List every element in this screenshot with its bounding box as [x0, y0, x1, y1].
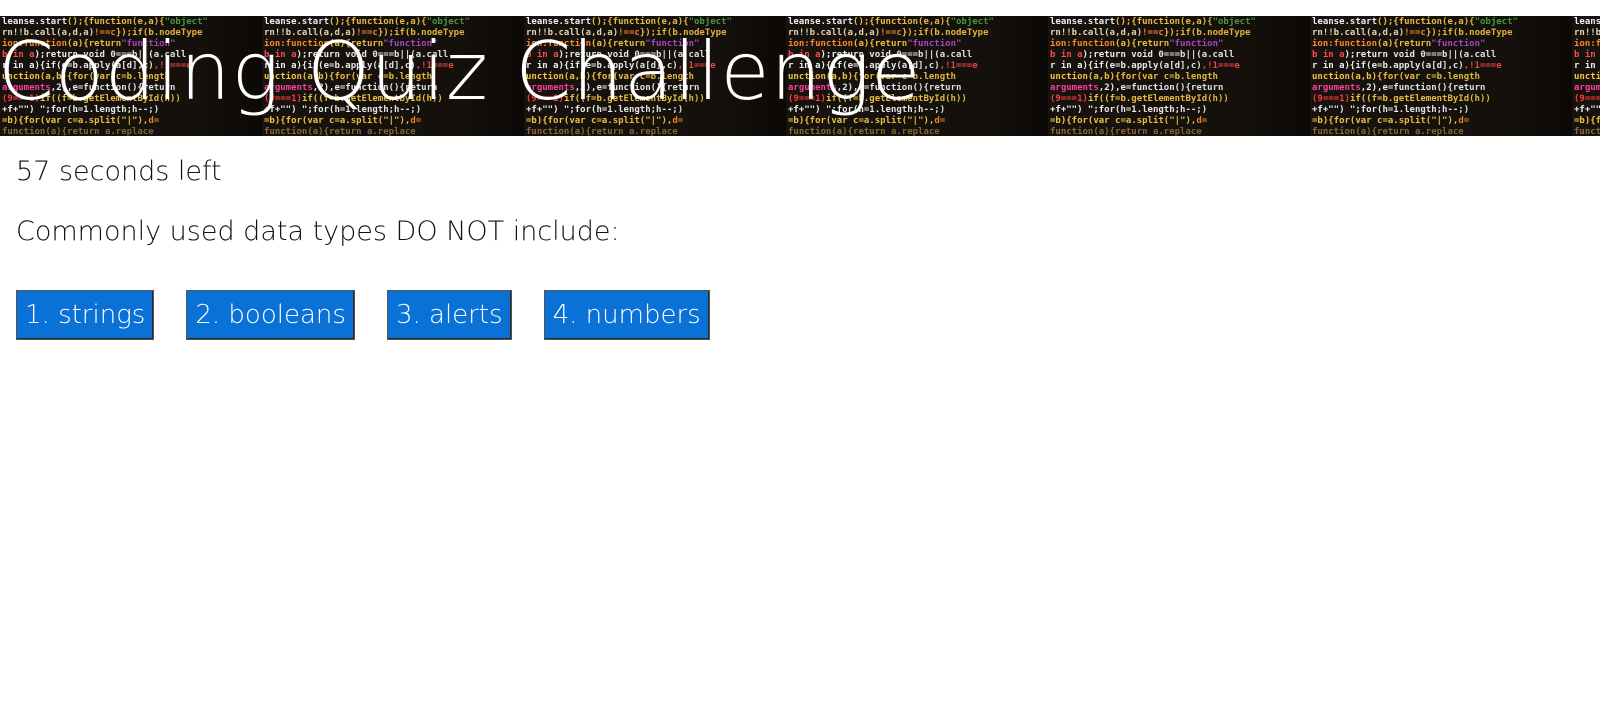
answer-button-numbers[interactable]: 4. numbers	[543, 290, 710, 340]
answer-button-strings[interactable]: 1. strings	[16, 290, 155, 340]
answer-button-alerts[interactable]: 3. alerts	[386, 290, 512, 340]
page-title: Coding Quiz Challenge	[0, 25, 922, 118]
question-text: Commonly used data types DO NOT include:	[16, 216, 620, 247]
header-banner: leanse.start();{function(e,a){"object" r…	[0, 16, 1600, 136]
answer-button-booleans[interactable]: 2. booleans	[186, 290, 355, 340]
timer-countdown: 57 seconds left	[16, 156, 222, 187]
answer-buttons: 1. strings 2. booleans 3. alerts 4. numb…	[16, 290, 710, 340]
